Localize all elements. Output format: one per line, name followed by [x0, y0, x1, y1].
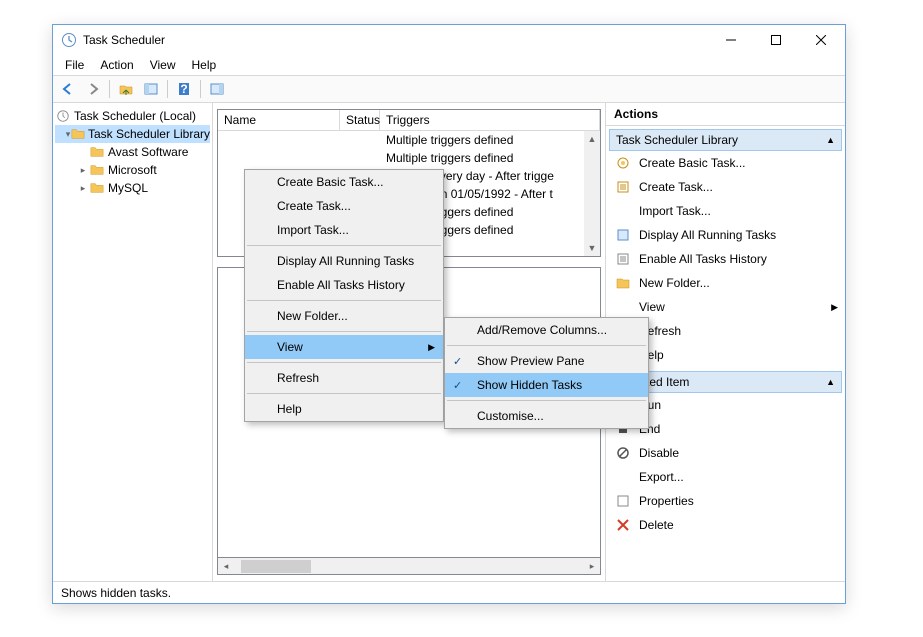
action-enable-history[interactable]: Enable All Tasks History: [609, 247, 842, 271]
menu-help[interactable]: Help: [186, 56, 223, 74]
action-create-basic-task[interactable]: Create Basic Task...: [609, 151, 842, 175]
maximize-button[interactable]: [753, 26, 798, 54]
disable-icon: [615, 445, 631, 461]
tree-item-label: Avast Software: [108, 145, 188, 159]
ctx-customise[interactable]: Customise...: [445, 404, 648, 428]
ctx-import-task[interactable]: Import Task...: [245, 218, 443, 242]
ctx-show-hidden[interactable]: ✓Show Hidden Tasks: [445, 373, 648, 397]
action-properties[interactable]: Properties: [609, 489, 842, 513]
wizard-icon: [615, 155, 631, 171]
check-icon: ✓: [453, 379, 462, 392]
scroll-left-icon: ◂: [218, 558, 234, 574]
ctx-show-preview[interactable]: ✓Show Preview Pane: [445, 349, 648, 373]
chevron-right-icon: ▶: [428, 342, 435, 353]
close-button[interactable]: [798, 26, 843, 54]
window-title: Task Scheduler: [83, 33, 708, 47]
vertical-scrollbar[interactable]: ▲ ▼: [584, 131, 600, 256]
menu-action[interactable]: Action: [94, 56, 139, 74]
action-display-running[interactable]: Display All Running Tasks: [609, 223, 842, 247]
list-icon: [615, 227, 631, 243]
up-button[interactable]: [115, 78, 137, 100]
clock-icon: [55, 108, 71, 124]
chevron-right-icon[interactable]: ▸: [77, 183, 89, 194]
folder-icon: [89, 144, 105, 160]
tree-item-label: Microsoft: [108, 163, 157, 177]
tree-item-library[interactable]: ▾ Task Scheduler Library: [55, 125, 210, 143]
actions-title: Actions: [606, 103, 845, 126]
ctx-enable-history[interactable]: Enable All Tasks History: [245, 273, 443, 297]
help-button[interactable]: ?: [173, 78, 195, 100]
horizontal-scrollbar[interactable]: ◂ ▸: [217, 558, 601, 575]
show-hide-action-button[interactable]: [206, 78, 228, 100]
folder-icon: [89, 162, 105, 178]
list-row: Multiple triggers defined: [218, 131, 584, 149]
context-submenu-view: Add/Remove Columns... ✓Show Preview Pane…: [444, 317, 649, 429]
action-create-task[interactable]: Create Task...: [609, 175, 842, 199]
folder-icon: [71, 126, 85, 142]
action-import-task[interactable]: Import Task...: [609, 199, 842, 223]
scroll-down-icon: ▼: [584, 240, 600, 256]
status-bar: Shows hidden tasks.: [53, 581, 845, 603]
action-disable[interactable]: Disable: [609, 441, 842, 465]
svg-text:?: ?: [180, 82, 187, 96]
folder-icon: [89, 180, 105, 196]
ctx-new-folder[interactable]: New Folder...: [245, 304, 443, 328]
collapse-icon: ▲: [826, 135, 835, 145]
ctx-help[interactable]: Help: [245, 397, 443, 421]
tree-item-microsoft[interactable]: ▸ Microsoft: [55, 161, 210, 179]
context-menu: Create Basic Task... Create Task... Impo…: [244, 169, 444, 422]
tree-item-label: Task Scheduler Library: [88, 127, 210, 141]
show-hide-tree-button[interactable]: [140, 78, 162, 100]
ctx-view[interactable]: View▶: [245, 335, 443, 359]
check-icon: ✓: [453, 355, 462, 368]
chevron-right-icon[interactable]: ▸: [77, 165, 89, 176]
action-view[interactable]: View▶: [609, 295, 842, 319]
task-scheduler-window: Task Scheduler File Action View Help ? T…: [52, 24, 846, 604]
tree-root[interactable]: Task Scheduler (Local): [55, 107, 210, 125]
ctx-create-basic-task[interactable]: Create Basic Task...: [245, 170, 443, 194]
list-header[interactable]: Name Status Triggers: [218, 110, 600, 131]
col-status[interactable]: Status: [340, 110, 380, 130]
delete-icon: [615, 517, 631, 533]
action-new-folder[interactable]: New Folder...: [609, 271, 842, 295]
list-row: Multiple triggers defined: [218, 149, 584, 167]
tree-root-label: Task Scheduler (Local): [74, 109, 196, 123]
back-button[interactable]: [57, 78, 79, 100]
folder-icon: [615, 275, 631, 291]
history-icon: [615, 251, 631, 267]
app-icon: [61, 32, 77, 48]
tree-pane: Task Scheduler (Local) ▾ Task Scheduler …: [53, 103, 213, 581]
ctx-display-running[interactable]: Display All Running Tasks: [245, 249, 443, 273]
toolbar: ?: [53, 75, 845, 103]
menubar: File Action View Help: [53, 55, 845, 75]
section-library[interactable]: Task Scheduler Library▲: [609, 129, 842, 151]
titlebar[interactable]: Task Scheduler: [53, 25, 845, 55]
col-name[interactable]: Name: [218, 110, 340, 130]
menu-file[interactable]: File: [59, 56, 90, 74]
properties-icon: [615, 493, 631, 509]
menu-view[interactable]: View: [144, 56, 182, 74]
scroll-right-icon: ▸: [584, 558, 600, 574]
col-triggers[interactable]: Triggers: [380, 110, 600, 130]
minimize-button[interactable]: [708, 26, 753, 54]
collapse-icon: ▲: [826, 377, 835, 387]
ctx-refresh[interactable]: Refresh: [245, 366, 443, 390]
action-export[interactable]: Export...: [609, 465, 842, 489]
chevron-right-icon: ▶: [831, 302, 838, 313]
task-icon: [615, 179, 631, 195]
scroll-up-icon: ▲: [584, 131, 600, 147]
ctx-add-remove-cols[interactable]: Add/Remove Columns...: [445, 318, 648, 342]
forward-button[interactable]: [82, 78, 104, 100]
status-text: Shows hidden tasks.: [61, 586, 171, 600]
tree-item-mysql[interactable]: ▸ MySQL: [55, 179, 210, 197]
tree-item-label: MySQL: [108, 181, 148, 195]
ctx-create-task[interactable]: Create Task...: [245, 194, 443, 218]
action-delete[interactable]: Delete: [609, 513, 842, 537]
tree-item-avast[interactable]: Avast Software: [55, 143, 210, 161]
